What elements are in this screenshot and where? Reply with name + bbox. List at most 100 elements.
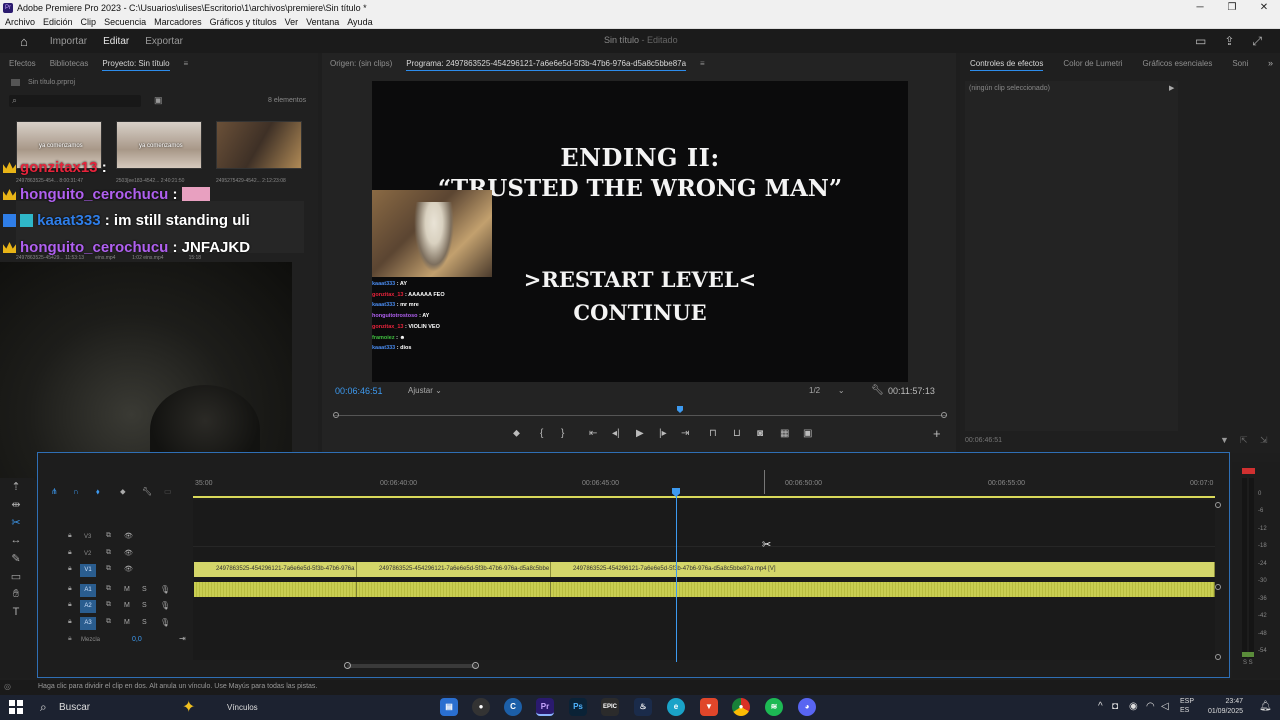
extract-icon[interactable]: ⊔: [733, 428, 741, 439]
audio-clip[interactable]: [551, 582, 1215, 597]
new-bin-icon[interactable]: ▣: [154, 95, 163, 106]
export-frame-icon[interactable]: ◙: [757, 428, 763, 439]
lock-icon[interactable]: 🔒︎: [68, 549, 72, 557]
sync-icon[interactable]: ⧉: [106, 585, 111, 593]
lock-icon[interactable]: 🔒︎: [68, 532, 72, 540]
mix-value[interactable]: 0,0: [132, 636, 142, 643]
program-timecode[interactable]: 00:06:46:51: [335, 386, 383, 396]
step-back-icon[interactable]: ◂|: [612, 428, 620, 439]
ripple-tool-icon[interactable]: ↔: [9, 534, 23, 548]
linked-selection-icon[interactable]: ∩: [73, 487, 79, 496]
video-clip[interactable]: 2497863525-454296121-7a6e6e5d-5f3b-47b6-…: [357, 562, 551, 577]
close-button[interactable]: ✕: [1248, 0, 1280, 15]
sync-icon[interactable]: ⧉: [106, 549, 111, 557]
epic-games-icon[interactable]: EPIC: [601, 698, 619, 716]
program-scrubber[interactable]: [333, 406, 947, 418]
panel-menu-icon[interactable]: ≡: [184, 59, 189, 71]
zoom-handle-right[interactable]: [472, 662, 479, 669]
tracks-area[interactable]: [193, 500, 1215, 660]
go-to-out-icon[interactable]: ⇥: [681, 428, 689, 439]
track-label[interactable]: A1: [80, 584, 96, 597]
step-forward-icon[interactable]: |▸: [659, 428, 667, 439]
mic-icon[interactable]: 🎙︎: [160, 618, 170, 627]
sync-icon[interactable]: ⧉: [106, 565, 111, 573]
minimize-button[interactable]: ─: [1184, 0, 1216, 15]
menu-edicion[interactable]: Edición: [43, 17, 73, 27]
workspace-exportar[interactable]: Exportar: [145, 36, 183, 47]
widgets-icon[interactable]: ✦: [182, 697, 195, 717]
hand-tool-icon[interactable]: ✋︎: [9, 588, 23, 602]
proxy-toggle-icon[interactable]: ▣: [803, 428, 812, 439]
lock-icon[interactable]: 🔒︎: [68, 585, 72, 593]
menu-clip[interactable]: Clip: [81, 17, 97, 27]
tray-chevron-icon[interactable]: ^: [1098, 701, 1103, 712]
maximize-button[interactable]: ❐: [1216, 0, 1248, 15]
add-marker-icon[interactable]: ⬥: [513, 428, 520, 439]
taskbar-search[interactable]: Buscar: [59, 702, 90, 713]
nvidia-icon[interactable]: ◉: [1129, 701, 1138, 712]
lock-icon[interactable]: 🔒︎: [68, 635, 72, 643]
eye-icon[interactable]: 👁︎: [124, 565, 133, 573]
track-label[interactable]: A3: [80, 617, 96, 630]
v-scroll-handle[interactable]: [1215, 584, 1221, 590]
go-to-in-icon[interactable]: ⇤: [589, 428, 597, 439]
mic-icon[interactable]: 🎙︎: [160, 601, 170, 610]
premiere-taskbar-icon[interactable]: Pr: [536, 698, 554, 716]
video-clip[interactable]: 2497863525-454296121-7a6e6e5d-5f3b-47b6-…: [194, 562, 357, 577]
add-button-icon[interactable]: +: [933, 426, 941, 441]
play-icon[interactable]: ▶: [636, 428, 644, 439]
solo-button[interactable]: S: [142, 586, 147, 593]
zoom-scrollbar[interactable]: [347, 664, 477, 668]
chrome-icon[interactable]: ●: [732, 698, 750, 716]
gamepad-icon[interactable]: ◘: [1112, 701, 1118, 712]
mark-in-icon[interactable]: {: [540, 428, 543, 439]
menu-marcadores[interactable]: Marcadores: [154, 17, 202, 27]
pen-tool-icon[interactable]: ✎: [9, 552, 23, 566]
timeline-ruler[interactable]: 35:00 00:06:40:00 00:06:45:00 00:06:50:0…: [193, 476, 1215, 498]
menu-ayuda[interactable]: Ayuda: [347, 17, 372, 27]
video-clip[interactable]: 2497863525-454296121-7a6e6e5d-5f3b-47b6-…: [551, 562, 1215, 577]
track-label[interactable]: V1: [80, 564, 96, 577]
workspace-editar[interactable]: Editar: [103, 36, 129, 47]
spotify-icon[interactable]: ≋: [765, 698, 783, 716]
mic-icon[interactable]: 🎙︎: [160, 585, 170, 594]
clock[interactable]: 23:47 01/09/2025: [1201, 697, 1243, 717]
selection-tool-icon[interactable]: ⇡: [9, 480, 23, 494]
share-icon[interactable]: ⇪: [1224, 34, 1234, 49]
project-thumb[interactable]: [216, 121, 302, 169]
language-indicator[interactable]: ESP ES: [1180, 697, 1194, 715]
menu-ventana[interactable]: Ventana: [306, 17, 339, 27]
windows-start-icon[interactable]: [9, 700, 23, 714]
fullscreen-icon[interactable]: ⤢: [1252, 34, 1262, 49]
mute-button[interactable]: M: [124, 619, 130, 626]
photoshop-icon[interactable]: Ps: [569, 698, 587, 716]
tab-graficos-esenciales[interactable]: Gráficos esenciales: [1143, 59, 1213, 71]
edge-icon[interactable]: e: [667, 698, 685, 716]
marker-icon[interactable]: ⬥: [120, 487, 126, 497]
clear-icon[interactable]: ⇲: [1260, 435, 1268, 446]
tab-controles-efectos[interactable]: Controles de efectos: [970, 59, 1044, 71]
solo-button[interactable]: S: [142, 619, 147, 626]
sync-icon[interactable]: ⧉: [106, 618, 111, 626]
rectangle-tool-icon[interactable]: ▭: [9, 570, 23, 584]
filter-icon[interactable]: ▼: [1220, 435, 1229, 445]
mark-out-icon[interactable]: }: [561, 428, 564, 439]
fit-select[interactable]: Ajustar ⌄: [408, 386, 442, 395]
add-marker-timeline-icon[interactable]: ⬧: [96, 487, 100, 497]
panel-menu-icon[interactable]: ≡: [700, 59, 705, 71]
snap-icon[interactable]: ⋔: [51, 487, 58, 496]
workspace-panel-icon[interactable]: ▭: [1195, 34, 1206, 49]
lift-icon[interactable]: ⊓: [709, 428, 717, 439]
menu-ver[interactable]: Ver: [285, 17, 299, 27]
lock-icon[interactable]: 🔒︎: [68, 601, 72, 609]
tab-efectos[interactable]: Efectos: [9, 59, 36, 71]
v-scroll-handle[interactable]: [1215, 654, 1221, 660]
eye-icon[interactable]: 👁︎: [124, 549, 133, 557]
steam-icon[interactable]: ♨︎: [634, 698, 652, 716]
mute-button[interactable]: M: [124, 602, 130, 609]
expand-arrow-icon[interactable]: ▶: [1169, 84, 1174, 92]
audio-clip[interactable]: [357, 582, 551, 597]
home-icon[interactable]: ⌂: [20, 34, 28, 49]
resolution-select[interactable]: 1/2 ⌄: [809, 386, 845, 395]
captions-icon[interactable]: ▭: [164, 487, 172, 496]
